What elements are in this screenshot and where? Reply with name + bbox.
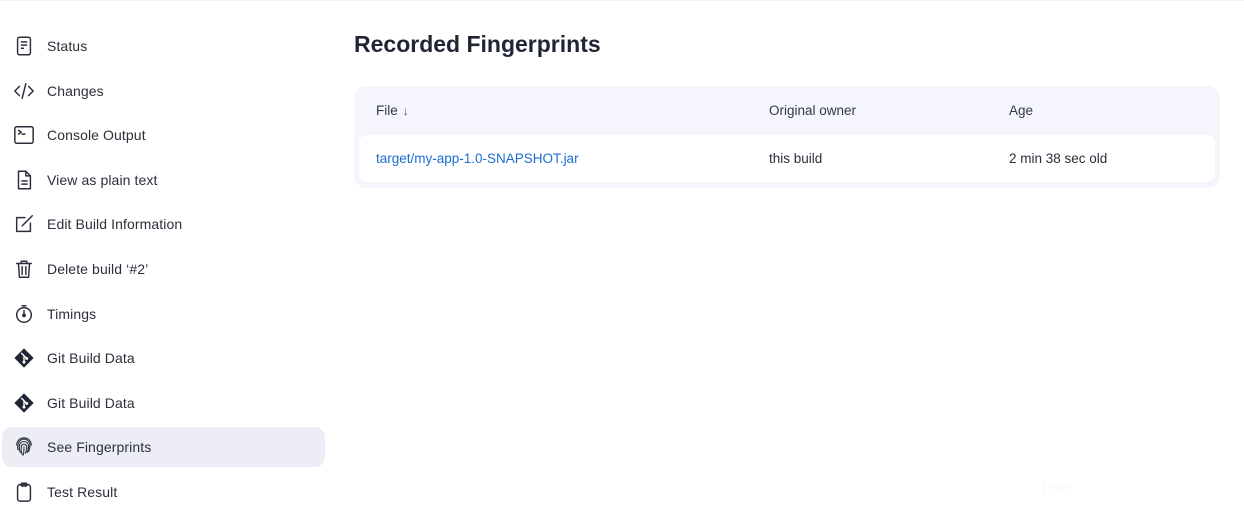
cell-file: target/my-app-1.0-SNAPSHOT.jar <box>359 151 752 166</box>
plain-text-file-icon <box>12 168 36 192</box>
top-border <box>0 0 1244 1</box>
sidebar-item-label: See Fingerprints <box>47 439 152 456</box>
cell-owner: this build <box>769 151 823 166</box>
cell-age: 2 min 38 sec old <box>1009 151 1108 166</box>
sidebar-item-console-output[interactable]: Console Output <box>2 115 325 155</box>
column-header-label: File <box>376 103 398 118</box>
column-header-age[interactable]: Age <box>992 103 1215 118</box>
column-header-file[interactable]: File ↓ <box>359 103 752 118</box>
sidebar-item-label: Timings <box>47 305 97 322</box>
faint-text: truc <box>1042 479 1074 497</box>
terminal-icon <box>12 123 36 147</box>
sidebar-item-edit-build-information[interactable]: Edit Build Information <box>2 204 325 244</box>
sidebar-item-delete-build[interactable]: Delete build ‘#2’ <box>2 249 325 289</box>
sidebar-item-label: Git Build Data <box>47 350 135 367</box>
table-header: File ↓ Original owner Age <box>359 86 1215 135</box>
sort-down-icon: ↓ <box>402 104 409 118</box>
sidebar-item-label: Status <box>47 38 88 54</box>
git-icon <box>12 391 36 415</box>
column-header-original-owner[interactable]: Original owner <box>752 103 992 118</box>
sidebar-item-label: Delete build ‘#2’ <box>47 260 149 277</box>
sidebar-item-label: Console Output <box>47 127 146 144</box>
clipboard-icon <box>12 480 36 504</box>
trash-icon <box>12 257 36 281</box>
sidebar-item-test-result[interactable]: Test Result <box>2 472 325 512</box>
sidebar-item-git-build-data[interactable]: Git Build Data <box>2 383 325 423</box>
status-document-icon <box>12 34 36 58</box>
fingerprint-icon <box>12 435 36 459</box>
sidebar-item-git-build-data[interactable]: Git Build Data <box>2 338 325 378</box>
sidebar-item-view-as-plain-text[interactable]: View as plain text <box>2 160 325 200</box>
edit-icon <box>12 212 36 236</box>
fingerprints-table: File ↓ Original owner Age target/my-app-1… <box>354 86 1220 188</box>
file-link[interactable]: target/my-app-1.0-SNAPSHOT.jar <box>376 151 579 166</box>
sidebar-item-label: Test Result <box>47 483 118 500</box>
sidebar-item-see-fingerprints[interactable]: See Fingerprints <box>2 427 325 468</box>
sidebar-item-timings[interactable]: Timings <box>2 294 325 334</box>
sidebar: Status Changes Console Output View as pl… <box>2 26 325 517</box>
table-row: target/my-app-1.0-SNAPSHOT.jar this buil… <box>359 135 1215 182</box>
sidebar-item-changes[interactable]: Changes <box>2 71 325 111</box>
page-title: Recorded Fingerprints <box>354 31 601 57</box>
sidebar-item-label: Changes <box>47 82 104 99</box>
code-icon <box>12 79 36 103</box>
sidebar-item-label: Edit Build Information <box>47 216 183 233</box>
stopwatch-icon <box>12 302 36 326</box>
sidebar-item-status[interactable]: Status <box>2 26 325 66</box>
sidebar-item-label: View as plain text <box>47 171 158 188</box>
sidebar-item-label: Git Build Data <box>47 394 135 411</box>
git-icon <box>12 346 36 370</box>
